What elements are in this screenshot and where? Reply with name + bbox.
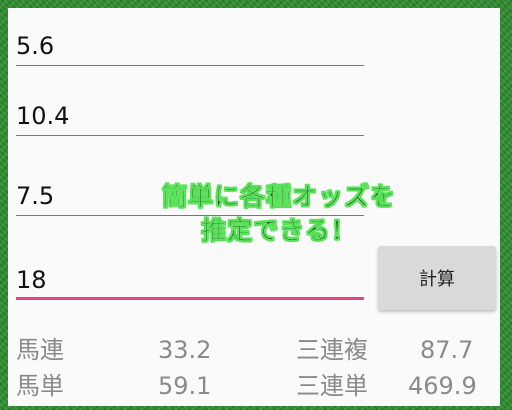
promo-banner-line2: 推定できる！	[201, 216, 357, 246]
result-umaren-label: 馬連	[16, 336, 64, 364]
result-umaren-value: 33.2	[158, 336, 212, 364]
odds-input-2[interactable]: 10.4	[16, 90, 364, 136]
result-sanrentan-value: 469.9	[408, 372, 477, 400]
odds-input-1-value[interactable]: 5.6	[16, 34, 54, 58]
result-umatan-value: 59.1	[158, 372, 212, 400]
calculate-button[interactable]: 計算	[378, 246, 496, 310]
result-sanrentan-label: 三連単	[296, 372, 368, 400]
promo-banner: 簡単に各種オッズを 推定できる！	[138, 180, 420, 248]
result-sanrenpuku-label: 三連複	[296, 336, 368, 364]
odds-input-3-value[interactable]: 7.5	[16, 184, 54, 208]
promo-banner-line1: 簡単に各種オッズを	[161, 182, 396, 212]
odds-input-4[interactable]: 18	[16, 254, 364, 300]
app-screen: 5.6 10.4 7.5 18 計算 馬連 33.2 三連複 87.7 馬単 5…	[8, 8, 500, 406]
odds-input-4-value[interactable]: 18	[16, 268, 47, 292]
result-sanrenpuku-value: 87.7	[420, 336, 474, 364]
odds-input-2-value[interactable]: 10.4	[16, 104, 69, 128]
odds-input-1-underline	[16, 65, 364, 66]
odds-input-2-underline	[16, 135, 364, 136]
result-umatan-label: 馬単	[16, 372, 64, 400]
odds-input-4-underline-focused	[16, 297, 364, 300]
odds-input-1[interactable]: 5.6	[16, 20, 364, 66]
